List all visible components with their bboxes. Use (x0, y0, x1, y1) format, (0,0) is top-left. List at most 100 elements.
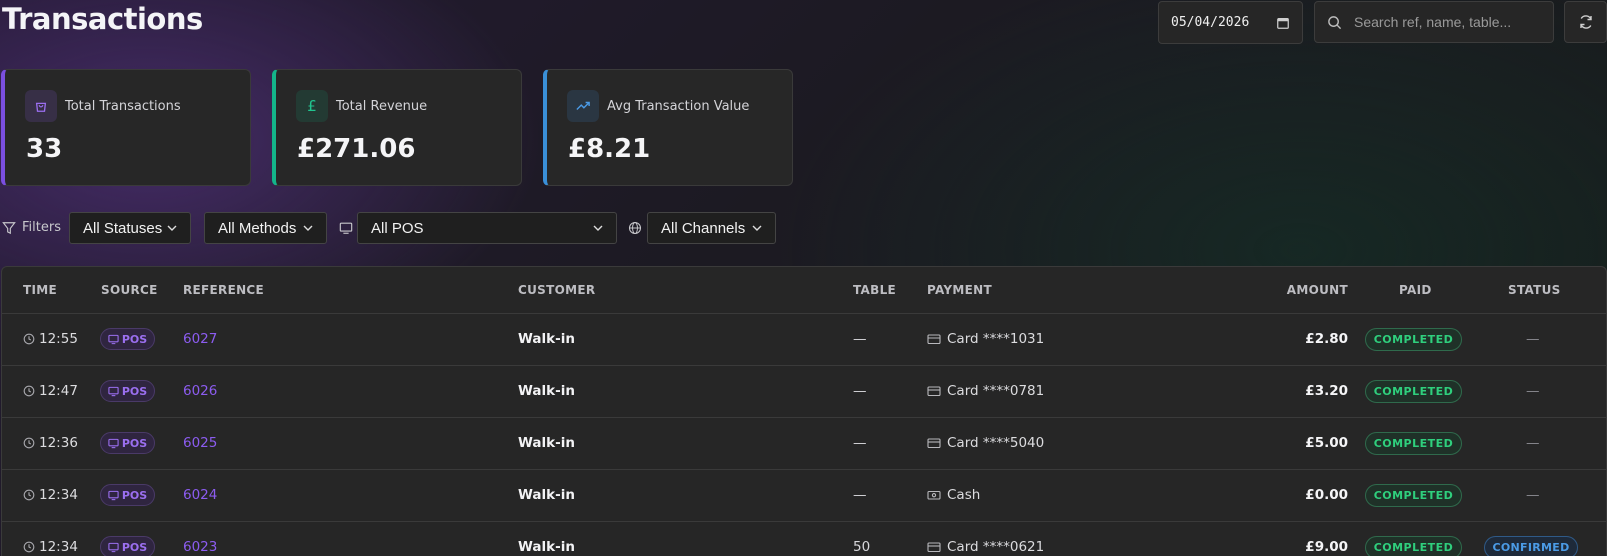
time-text: 12:36 (39, 435, 78, 451)
chevron-down-icon (167, 225, 177, 231)
refresh-button[interactable] (1564, 1, 1607, 43)
date-value: 05/04/2026 (1171, 15, 1250, 30)
source-badge: POS (100, 536, 155, 556)
payment-text: Card ****1031 (947, 331, 1045, 347)
table-row[interactable]: 12:55 POS 6027 Walk-in — Card ****1031 £2.80 CO… (2, 314, 1606, 366)
source-text: POS (121, 436, 148, 450)
source-text: POS (121, 488, 148, 502)
reference-link[interactable]: 6027 (183, 331, 217, 347)
stat-card-total-transactions: Total Transactions 33 (1, 69, 251, 186)
time-cell: 12:34 (23, 539, 78, 555)
payment-cell: Card ****1031 (927, 331, 1044, 347)
method-filter-value: All Methods (218, 219, 297, 237)
clock-icon (23, 333, 35, 345)
col-status[interactable]: STATUS (1508, 283, 1561, 297)
status-filter-value: All Statuses (83, 219, 163, 237)
amount-cell: £5.00 (1305, 435, 1348, 451)
time-cell: 12:34 (23, 487, 78, 503)
status-filter-select[interactable]: All Statuses (69, 212, 191, 244)
time-text: 12:34 (39, 539, 78, 555)
clock-icon (23, 541, 35, 553)
stat-label: Avg Transaction Value (607, 98, 750, 114)
payment-cell: Cash (927, 487, 980, 503)
credit-card-icon (927, 438, 941, 449)
status-text: — (1526, 435, 1540, 451)
refresh-icon (1579, 15, 1592, 29)
customer-name: Walk-in (518, 435, 575, 451)
source-text: POS (121, 540, 148, 554)
reference-link[interactable]: 6025 (183, 435, 217, 451)
method-filter-select[interactable]: All Methods (204, 212, 327, 244)
monitor-icon (108, 542, 119, 552)
paid-badge: COMPLETED (1365, 328, 1462, 351)
reference-link[interactable]: 6023 (183, 539, 217, 555)
time-cell: 12:36 (23, 435, 78, 451)
payment-text: Cash (947, 487, 981, 503)
col-customer[interactable]: CUSTOMER (518, 283, 595, 297)
table-row[interactable]: 12:47 POS 6026 Walk-in — Card ****0781 £3.20 CO… (2, 366, 1606, 418)
source-badge: POS (100, 380, 155, 402)
monitor-icon (108, 386, 119, 396)
table-header: TIME SOURCE REFERENCE CUSTOMER TABLE PAY… (2, 267, 1606, 314)
shopping-bag-icon (25, 90, 57, 122)
table-number: 50 (853, 539, 871, 555)
stat-value: 33 (26, 134, 63, 164)
stat-card-avg-transaction: Avg Transaction Value £8.21 (543, 69, 793, 186)
status-text: — (1526, 331, 1540, 347)
search-box[interactable] (1314, 1, 1554, 43)
col-reference[interactable]: REFERENCE (183, 283, 264, 297)
channel-filter-value: All Channels (661, 219, 746, 237)
table-number: — (853, 331, 867, 347)
time-text: 12:55 (39, 331, 78, 347)
stat-value: £8.21 (568, 134, 651, 164)
clock-icon (23, 385, 35, 397)
customer-name: Walk-in (518, 331, 575, 347)
pos-filter-value: All POS (371, 219, 424, 237)
chevron-down-icon (593, 225, 603, 231)
monitor-icon (108, 334, 119, 344)
payment-text: Card ****0781 (947, 383, 1045, 399)
amount-cell: £9.00 (1305, 539, 1348, 555)
table-row[interactable]: 12:34 POS 6024 Walk-in — Cash £0.00 COMPLETED — (2, 470, 1606, 522)
stat-label: Total Revenue (336, 98, 428, 114)
status-badge: CONFIRMED (1484, 536, 1578, 556)
col-amount[interactable]: AMOUNT (1287, 283, 1348, 297)
col-time[interactable]: TIME (23, 283, 57, 297)
clock-icon (23, 489, 35, 501)
chevron-down-icon (303, 225, 313, 231)
table-row[interactable]: 12:34 POS 6023 Walk-in 50 Card ****0621 £9.00 C… (2, 522, 1606, 556)
credit-card-icon (927, 386, 941, 397)
col-payment[interactable]: PAYMENT (927, 283, 992, 297)
table-number: — (853, 487, 867, 503)
reference-link[interactable]: 6026 (183, 383, 217, 399)
source-text: POS (121, 384, 148, 398)
payment-cell: Card ****0621 (927, 539, 1044, 555)
col-table[interactable]: TABLE (853, 283, 896, 297)
amount-cell: £0.00 (1305, 487, 1348, 503)
table-number: — (853, 435, 867, 451)
filters-label: Filters (2, 220, 61, 235)
clock-icon (23, 437, 35, 449)
stat-value: £271.06 (297, 134, 416, 164)
calendar-icon[interactable] (1276, 16, 1290, 30)
monitor-icon (108, 490, 119, 500)
col-source[interactable]: SOURCE (101, 283, 158, 297)
table-row[interactable]: 12:36 POS 6025 Walk-in — Card ****5040 £5.00 CO… (2, 418, 1606, 470)
search-input[interactable] (1354, 14, 1541, 30)
stat-card-total-revenue: £ Total Revenue £271.06 (272, 69, 522, 186)
trending-up-icon (567, 90, 599, 122)
reference-link[interactable]: 6024 (183, 487, 217, 503)
source-badge: POS (100, 484, 155, 506)
paid-badge: COMPLETED (1365, 484, 1462, 507)
channel-filter-select[interactable]: All Channels (647, 212, 776, 244)
col-paid[interactable]: PAID (1399, 283, 1432, 297)
amount-cell: £3.20 (1305, 383, 1348, 399)
customer-name: Walk-in (518, 487, 575, 503)
source-badge: POS (100, 432, 155, 454)
source-badge: POS (100, 328, 155, 350)
payment-text: Card ****5040 (947, 435, 1045, 451)
date-picker[interactable]: 05/04/2026 (1158, 1, 1303, 44)
pos-filter-select[interactable]: All POS (357, 212, 617, 244)
time-text: 12:47 (39, 383, 78, 399)
chevron-down-icon (752, 225, 762, 231)
